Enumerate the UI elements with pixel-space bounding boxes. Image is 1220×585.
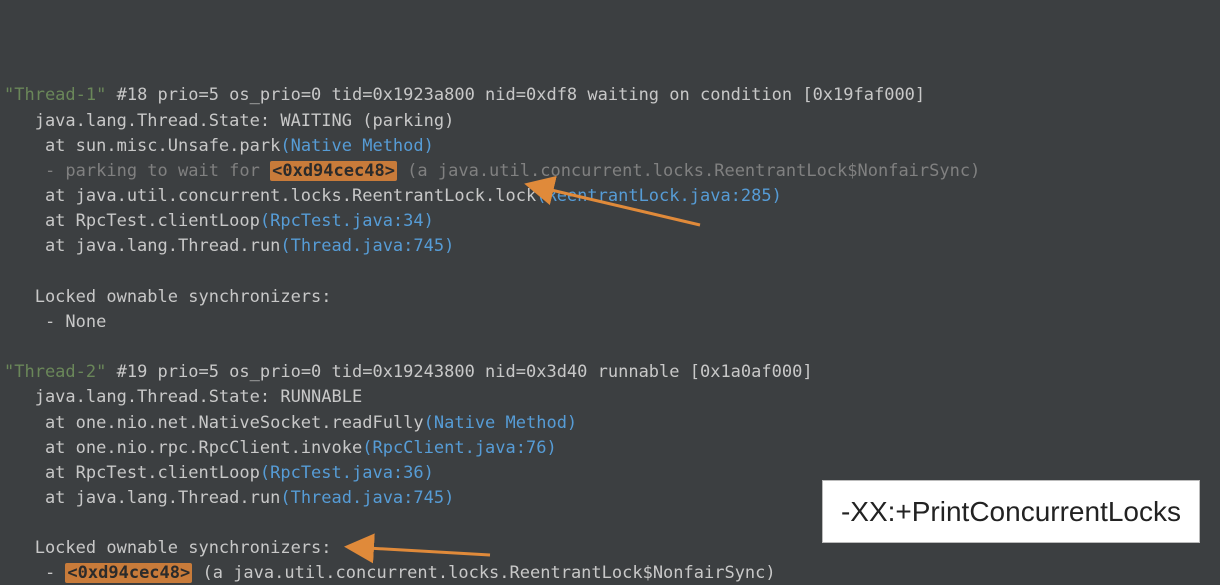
thread2-frame0-pre: at one.nio.net.NativeSocket.readFully	[4, 413, 424, 433]
thread2-header-rest: #19 prio=5 os_prio=0 tid=0x19243800 nid=…	[106, 362, 812, 382]
thread2-frame1-link[interactable]: (RpcClient.java:76)	[362, 438, 556, 458]
thread1-frame3-link[interactable]: (Thread.java:745)	[280, 236, 454, 256]
jvm-flag-callout: -XX:+PrintConcurrentLocks	[822, 480, 1200, 543]
thread1-header-rest: #18 prio=5 os_prio=0 tid=0x1923a800 nid=…	[106, 85, 925, 105]
thread1-frame1-pre: at java.util.concurrent.locks.ReentrantL…	[4, 186, 536, 206]
thread2-frame2-pre: at RpcTest.clientLoop	[4, 463, 260, 483]
thread1-parking-pre: - parking to wait for	[4, 161, 270, 181]
thread2-ownable-post: (a java.util.concurrent.locks.ReentrantL…	[192, 563, 775, 583]
thread2-frame1-pre: at one.nio.rpc.RpcClient.invoke	[4, 438, 362, 458]
thread1-frame0-pre: at sun.misc.Unsafe.park	[4, 136, 280, 156]
thread2-ownable-pre: -	[4, 563, 65, 583]
thread2-frame2-link[interactable]: (RpcTest.java:36)	[260, 463, 434, 483]
thread1-frame1-link[interactable]: (ReentrantLock.java:285)	[536, 186, 782, 206]
thread2-ownable-lockref: <0xd94cec48>	[65, 563, 192, 583]
thread2-frame3-link[interactable]: (Thread.java:745)	[280, 488, 454, 508]
thread2-frame3-pre: at java.lang.Thread.run	[4, 488, 280, 508]
thread1-frame0-link[interactable]: (Native Method)	[280, 136, 434, 156]
thread1-name: "Thread-1"	[4, 85, 106, 105]
thread1-state-line: java.lang.Thread.State: WAITING (parking…	[4, 111, 454, 131]
thread2-ownable-header: Locked ownable synchronizers:	[4, 538, 332, 558]
thread1-ownable-none: - None	[4, 312, 106, 332]
thread1-parking-lockref: <0xd94cec48>	[270, 161, 397, 181]
thread1-frame2-link[interactable]: (RpcTest.java:34)	[260, 211, 434, 231]
thread1-parking-post: (a java.util.concurrent.locks.ReentrantL…	[397, 161, 980, 181]
thread2-frame0-link[interactable]: (Native Method)	[424, 413, 578, 433]
thread1-frame3-pre: at java.lang.Thread.run	[4, 236, 280, 256]
thread2-name: "Thread-2"	[4, 362, 106, 382]
thread1-frame2-pre: at RpcTest.clientLoop	[4, 211, 260, 231]
thread2-state-line: java.lang.Thread.State: RUNNABLE	[4, 387, 362, 407]
thread1-ownable-header: Locked ownable synchronizers:	[4, 287, 332, 307]
